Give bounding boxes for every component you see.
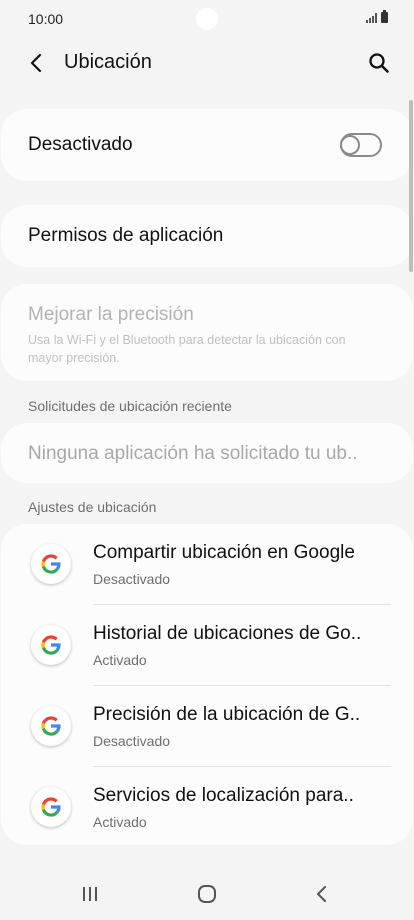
status-time: 10:00 [28,11,64,27]
location-settings-header: Ajustes de ubicación [28,499,157,515]
recents-icon [83,887,97,901]
recent-requests-card: Ninguna aplicación ha solicitado tu ub.. [1,423,413,483]
list-item[interactable]: Servicios de localización para.. Activad… [1,767,413,848]
list-item[interactable]: Historial de ubicaciones de Go.. Activad… [1,605,413,686]
recent-requests-empty-text: Ninguna aplicación ha solicitado tu ub.. [28,443,358,464]
improve-accuracy-row: Mejorar la precisión Usa la Wi-Fi y el B… [1,284,413,381]
status-bar: 10:00 [0,0,414,38]
nav-back-button[interactable] [302,874,342,914]
google-g-logo [41,635,61,655]
google-g-logo [41,797,61,817]
app-permissions-label: Permisos de aplicación [28,225,224,246]
list-item-title: Servicios de localización para.. [93,785,354,806]
list-item[interactable]: Compartir ubicación en Google Desactivad… [1,524,413,605]
list-item-status: Activado [93,814,147,830]
google-icon [31,544,71,584]
camera-cutout [196,8,218,30]
recent-requests-header: Solicitudes de ubicación reciente [28,398,232,414]
google-icon [31,625,71,665]
list-item-title: Historial de ubicaciones de Go.. [93,623,362,644]
search-icon [369,53,389,73]
recents-button[interactable] [70,874,110,914]
location-toggle-label: Desactivado [28,134,133,155]
location-settings-card: Compartir ubicación en Google Desactivad… [1,524,413,845]
list-item-status: Desactivado [93,571,171,587]
signal-icon [366,13,377,23]
location-switch[interactable] [340,133,382,157]
search-button[interactable] [364,48,394,78]
page-title: Ubicación [64,51,152,73]
navigation-bar [0,860,414,920]
status-icons [366,10,388,23]
home-icon [198,885,216,903]
battery-icon [381,10,388,23]
back-arrow-icon [30,53,42,73]
google-icon [31,787,71,827]
app-permissions-row[interactable]: Permisos de aplicación [1,205,413,267]
google-icon [31,706,71,746]
list-item-title: Compartir ubicación en Google [93,542,355,563]
scrollbar[interactable] [409,100,413,272]
google-g-logo [41,554,61,574]
google-g-logo [41,716,61,736]
list-item[interactable]: Precisión de la ubicación de G.. Desacti… [1,686,413,767]
home-button[interactable] [187,874,227,914]
improve-accuracy-title: Mejorar la precisión [28,304,194,325]
switch-knob [340,135,360,155]
back-button[interactable] [22,48,52,78]
back-icon [317,886,326,902]
list-item-status: Activado [93,652,147,668]
app-bar: Ubicación [0,38,414,88]
location-toggle-row[interactable]: Desactivado [1,109,413,181]
list-item-status: Desactivado [93,733,171,749]
list-item-title: Precisión de la ubicación de G.. [93,704,361,725]
improve-accuracy-description: Usa la Wi-Fi y el Bluetooth para detecta… [28,333,346,365]
